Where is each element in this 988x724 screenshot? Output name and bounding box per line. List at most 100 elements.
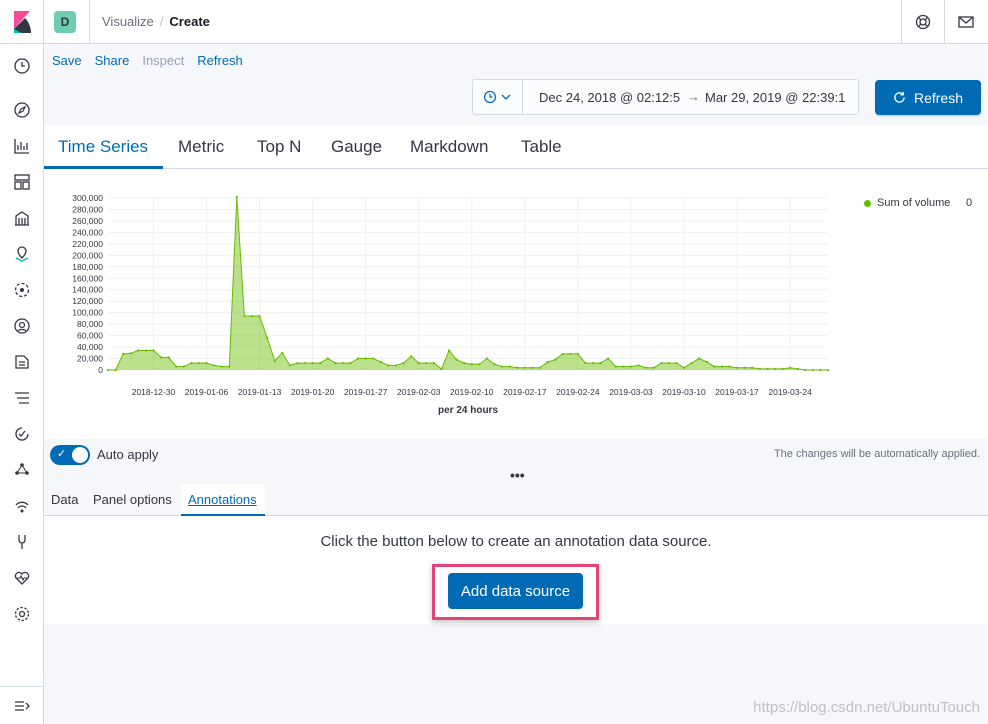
end-date[interactable]: Mar 29, 2019 @ 22:39:1 [705,90,845,105]
x-tick-label: 2019-03-10 [662,387,706,397]
tab-table[interactable]: Table [521,137,562,157]
auto-apply-label: Auto apply [97,447,159,462]
data-point [319,362,322,365]
start-date[interactable]: Dec 24, 2018 @ 02:12:5 [539,90,680,105]
data-point [258,315,261,318]
x-tick-label: 2019-02-10 [450,387,494,397]
save-link[interactable]: Save [52,53,82,68]
tab-metric[interactable]: Metric [178,137,224,157]
panel-config-tabs: Data Panel options Annotations [44,484,988,516]
data-point [599,362,602,365]
breadcrumb-visualize-link[interactable]: Visualize [102,14,154,29]
data-point [432,362,435,365]
top-header: D Visualize / Create [44,0,988,44]
canvas-icon[interactable] [11,207,33,229]
discover-compass-icon[interactable] [11,99,33,121]
y-tick-label: 160,000 [72,273,103,283]
x-axis-label: per 24 hours [438,405,498,416]
dashboard-icon[interactable] [11,171,33,193]
data-point [288,364,291,367]
data-point [667,362,670,365]
refresh-button-label: Refresh [913,89,964,106]
resize-handle[interactable]: ••• [510,467,525,483]
auto-apply-toggle[interactable]: ✓ [50,445,90,465]
inspect-link: Inspect [142,53,185,68]
data-point [296,362,299,365]
data-point [819,368,822,372]
data-point [576,352,579,356]
data-point [735,366,739,369]
annotations-panel: Click the button below to create an anno… [44,516,988,624]
chart-area: 300,000 280,000 260,000 240,000 220,000 200,0… [44,169,988,439]
data-point [584,362,587,365]
tab-gauge[interactable]: Gauge [331,137,382,157]
data-point [705,360,708,364]
toggle-knob [72,447,88,463]
monitoring-heartbeat-icon[interactable] [11,567,33,589]
refresh-button[interactable]: Refresh [875,80,981,115]
data-point [811,368,814,372]
apm-icon[interactable] [11,387,33,409]
add-data-source-button[interactable]: Add data source [448,573,583,609]
y-tick-label: 120,000 [72,296,103,306]
x-tick-label: 2019-02-17 [503,387,547,397]
siem-icon[interactable] [11,495,33,517]
data-point [758,367,761,370]
header-divider [89,0,90,44]
data-point [372,357,375,360]
maps-icon[interactable] [11,243,33,265]
recent-clock-icon[interactable] [11,55,33,77]
data-point [516,366,519,369]
data-point [175,365,178,368]
space-avatar[interactable]: D [54,11,76,33]
logs-icon[interactable] [11,351,33,373]
tab-top-n[interactable]: Top N [257,137,301,157]
x-tick-label: 2019-01-27 [344,387,388,397]
help-lifebuoy-icon[interactable] [901,0,944,44]
data-point [485,357,489,360]
visualize-chart-icon[interactable] [11,135,33,157]
data-point [205,362,208,365]
uptime-icon[interactable] [11,423,33,445]
series-line-sum-of-volume [108,196,828,371]
tab-panel-options[interactable]: Panel options [93,492,172,507]
data-point [122,352,125,356]
breadcrumb-separator: / [159,14,164,29]
data-point [114,368,117,372]
data-point [751,366,754,369]
y-tick-label: 80,000 [77,319,103,329]
legend-series-value: 0 [966,197,973,209]
mail-icon[interactable] [944,0,987,44]
data-point [326,357,329,360]
tab-annotations[interactable]: Annotations [188,492,257,507]
tab-time-series[interactable]: Time Series [58,137,148,157]
dev-tools-icon[interactable] [11,531,33,553]
data-point [334,362,337,365]
data-point [266,336,269,339]
x-tick-label: 2019-03-17 [715,387,759,397]
data-point [129,352,132,355]
infrastructure-icon[interactable] [11,315,33,337]
data-point [637,364,640,367]
y-tick-label: 60,000 [77,331,103,341]
data-point [341,362,345,365]
graph-icon[interactable] [11,459,33,481]
side-nav [0,0,44,724]
data-point [493,363,496,366]
refresh-link[interactable]: Refresh [197,53,243,68]
data-point [660,362,663,365]
ml-icon[interactable] [11,279,33,301]
management-gear-icon[interactable] [11,603,33,625]
tab-markdown[interactable]: Markdown [410,137,488,157]
share-link[interactable]: Share [95,53,130,68]
legend-series-name[interactable]: Sum of volume [877,197,950,209]
collapse-nav-icon[interactable] [0,686,44,724]
tab-data[interactable]: Data [51,492,78,507]
data-point [167,356,170,359]
y-tick-label: 260,000 [72,216,103,226]
quick-select-button[interactable] [473,80,523,114]
kibana-logo[interactable] [0,0,44,44]
data-point [106,368,110,372]
x-tick-label: 2018-12-30 [132,387,176,397]
data-point [591,362,595,365]
